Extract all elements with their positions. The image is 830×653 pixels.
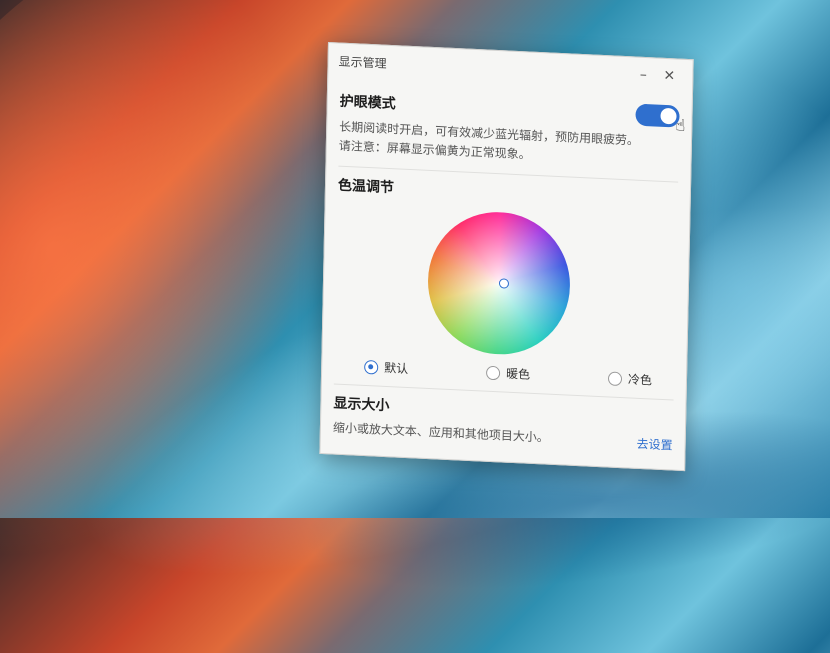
radio-default-label: 默认 bbox=[384, 360, 409, 377]
eye-care-toggle[interactable]: ☝ bbox=[635, 103, 686, 135]
radio-cool[interactable]: 冷色 bbox=[607, 369, 653, 388]
minimize-button[interactable]: – bbox=[630, 63, 656, 86]
hand-pointer-icon: ☝ bbox=[675, 115, 686, 135]
radio-cool-label: 冷色 bbox=[627, 372, 653, 388]
color-wheel-area bbox=[334, 205, 677, 371]
eye-care-description: 长期阅读时开启，可有效减少蓝光辐射，预防用眼疲劳。 请注意：屏幕显示偏黄为正常现… bbox=[339, 118, 680, 172]
radio-cool-indicator bbox=[607, 370, 623, 386]
display-size-description: 缩小或放大文本、应用和其他项目大小。 bbox=[332, 420, 549, 445]
radio-warm-label: 暖色 bbox=[505, 366, 531, 382]
radio-warm[interactable]: 暖色 bbox=[485, 364, 531, 383]
close-button[interactable]: ✕ bbox=[656, 65, 682, 88]
window-title: 显示管理 bbox=[338, 54, 387, 71]
radio-warm-indicator bbox=[485, 365, 501, 380]
radio-default[interactable]: 默认 bbox=[364, 358, 408, 377]
go-settings-link[interactable]: 去设置 bbox=[636, 435, 672, 454]
toggle-knob bbox=[660, 107, 677, 125]
eye-care-title: 护眼模式 bbox=[339, 93, 396, 113]
radio-default-indicator bbox=[364, 359, 379, 375]
display-manager-window: 显示管理 – ✕ 护眼模式 ☝ 长期阅读时开启，可有效减少蓝光辐射，预防用眼疲劳… bbox=[319, 42, 694, 472]
window-content: 护眼模式 ☝ 长期阅读时开启，可有效减少蓝光辐射，预防用眼疲劳。 请注意：屏幕显… bbox=[321, 77, 692, 454]
